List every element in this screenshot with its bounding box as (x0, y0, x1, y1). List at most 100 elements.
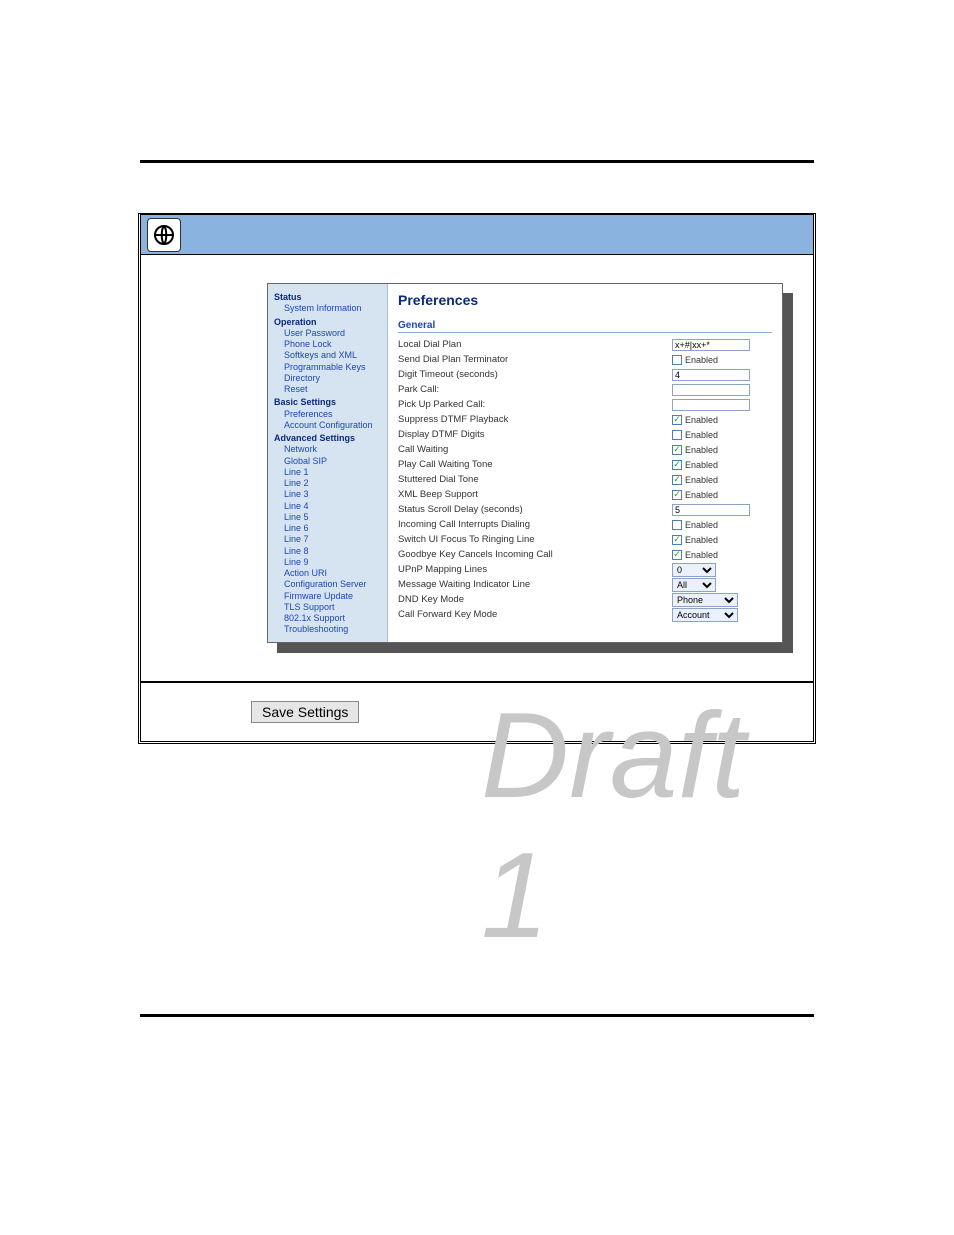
sidebar-item[interactable]: Account Configuration (274, 420, 383, 431)
sidebar-item[interactable]: Line 4 (274, 501, 383, 512)
sidebar-item[interactable]: Line 8 (274, 546, 383, 557)
pref-row: Switch UI Focus To Ringing LineEnabled (398, 532, 772, 547)
pref-row: Message Waiting Indicator LineAll (398, 577, 772, 592)
preferences-panel: StatusSystem InformationOperationUser Pa… (267, 283, 783, 643)
checkbox[interactable] (672, 460, 682, 470)
pref-label: Local Dial Plan (398, 339, 672, 350)
section-general: General (398, 320, 772, 333)
pref-row: Incoming Call Interrupts Dialing Enabled (398, 517, 772, 532)
pref-input[interactable] (672, 339, 750, 351)
checkbox[interactable] (672, 415, 682, 425)
sidebar-item[interactable]: Softkeys and XML (274, 350, 383, 361)
sidebar-item[interactable]: Line 2 (274, 478, 383, 489)
pref-label: Call Waiting (398, 444, 672, 455)
pref-label: DND Key Mode (398, 594, 672, 605)
pref-select[interactable]: All (672, 578, 716, 592)
pref-label: Park Call: (398, 384, 672, 395)
checkbox-label: Enabled (685, 475, 718, 485)
pref-row: Digit Timeout (seconds) (398, 367, 772, 382)
pref-select[interactable]: Account (672, 608, 738, 622)
pref-row: Local Dial Plan (398, 337, 772, 352)
pref-input[interactable] (672, 369, 750, 381)
pref-label: Status Scroll Delay (seconds) (398, 504, 672, 515)
save-button[interactable]: Save Settings (251, 701, 359, 723)
checkbox[interactable] (672, 490, 682, 500)
main-content: Preferences General Local Dial Plan Send … (388, 284, 782, 642)
pref-label: Send Dial Plan Terminator (398, 354, 672, 365)
checkbox-label: Enabled (685, 430, 718, 440)
checkbox-label: Enabled (685, 460, 718, 470)
pref-row: Stuttered Dial Tone Enabled (398, 472, 772, 487)
checkbox[interactable] (672, 445, 682, 455)
pref-row: Call Waiting Enabled (398, 442, 772, 457)
pref-row: Send Dial Plan Terminator Enabled (398, 352, 772, 367)
pref-label: Display DTMF Digits (398, 429, 672, 440)
pref-row: Suppress DTMF Playback Enabled (398, 412, 772, 427)
sidebar-item[interactable]: Firmware Update (274, 591, 383, 602)
pref-row: Call Forward Key ModeAccount (398, 607, 772, 622)
pref-label: Play Call Waiting Tone (398, 459, 672, 470)
pref-input[interactable] (672, 504, 750, 516)
checkbox[interactable] (672, 550, 682, 560)
checkbox-label: Enabled (685, 490, 718, 500)
sidebar-item[interactable]: Troubleshooting (274, 624, 383, 635)
pref-input[interactable] (672, 399, 750, 411)
checkbox-label: Enabled (685, 550, 718, 560)
pref-row: Pick Up Parked Call: (398, 397, 772, 412)
checkbox[interactable] (672, 475, 682, 485)
sidebar-item[interactable]: Action URI (274, 568, 383, 579)
sidebar-item[interactable]: Preferences (274, 409, 383, 420)
pref-label: XML Beep Support (398, 489, 672, 500)
pref-label: Suppress DTMF Playback (398, 414, 672, 425)
pref-label: Digit Timeout (seconds) (398, 369, 672, 380)
footer-rule (140, 1014, 814, 1017)
checkbox[interactable] (672, 535, 682, 545)
pref-select[interactable]: 0 (672, 563, 716, 577)
checkbox-label: Enabled (685, 415, 718, 425)
pref-label: Stuttered Dial Tone (398, 474, 672, 485)
sidebar-item[interactable]: Directory (274, 373, 383, 384)
sidebar-item[interactable]: 802.1x Support (274, 613, 383, 624)
sidebar-item[interactable]: Phone Lock (274, 339, 383, 350)
sidebar-item[interactable]: Line 3 (274, 489, 383, 500)
pref-row: Play Call Waiting Tone Enabled (398, 457, 772, 472)
window-titlebar (141, 215, 813, 255)
sidebar-item[interactable]: Global SIP (274, 456, 383, 467)
checkbox-label: Enabled (685, 535, 718, 545)
checkbox[interactable] (672, 430, 682, 440)
sidebar-item[interactable]: Reset (274, 384, 383, 395)
sidebar-item[interactable]: Network (274, 444, 383, 455)
sidebar-item[interactable]: Configuration Server (274, 579, 383, 590)
checkbox-label: Enabled (685, 445, 718, 455)
checkbox-label: Enabled (685, 520, 718, 530)
pref-row: Status Scroll Delay (seconds) (398, 502, 772, 517)
checkbox-label: Enabled (685, 355, 718, 365)
globe-icon (147, 218, 181, 252)
sidebar-header: Basic Settings (274, 397, 383, 408)
pref-select[interactable]: Phone (672, 593, 738, 607)
pref-row: UPnP Mapping Lines0 (398, 562, 772, 577)
sidebar-item[interactable]: Line 6 (274, 523, 383, 534)
sidebar-item[interactable]: Line 1 (274, 467, 383, 478)
sidebar-item[interactable]: TLS Support (274, 602, 383, 613)
sidebar: StatusSystem InformationOperationUser Pa… (268, 284, 388, 642)
sidebar-item[interactable]: System Information (274, 303, 383, 314)
page-title: Preferences (398, 292, 772, 308)
sidebar-item[interactable]: Programmable Keys (274, 362, 383, 373)
pref-input[interactable] (672, 384, 750, 396)
pref-label: Call Forward Key Mode (398, 609, 672, 620)
pref-label: Incoming Call Interrupts Dialing (398, 519, 672, 530)
pref-row: Park Call: (398, 382, 772, 397)
pref-row: XML Beep Support Enabled (398, 487, 772, 502)
sidebar-header: Operation (274, 317, 383, 328)
sidebar-item[interactable]: Line 5 (274, 512, 383, 523)
checkbox[interactable] (672, 355, 682, 365)
sidebar-item[interactable]: Line 7 (274, 534, 383, 545)
pref-row: Goodbye Key Cancels Incoming CallEnabled (398, 547, 772, 562)
sidebar-item[interactable]: Line 9 (274, 557, 383, 568)
sidebar-header: Advanced Settings (274, 433, 383, 444)
pref-label: Pick Up Parked Call: (398, 399, 672, 410)
sidebar-item[interactable]: User Password (274, 328, 383, 339)
checkbox[interactable] (672, 520, 682, 530)
pref-label: Message Waiting Indicator Line (398, 579, 672, 590)
